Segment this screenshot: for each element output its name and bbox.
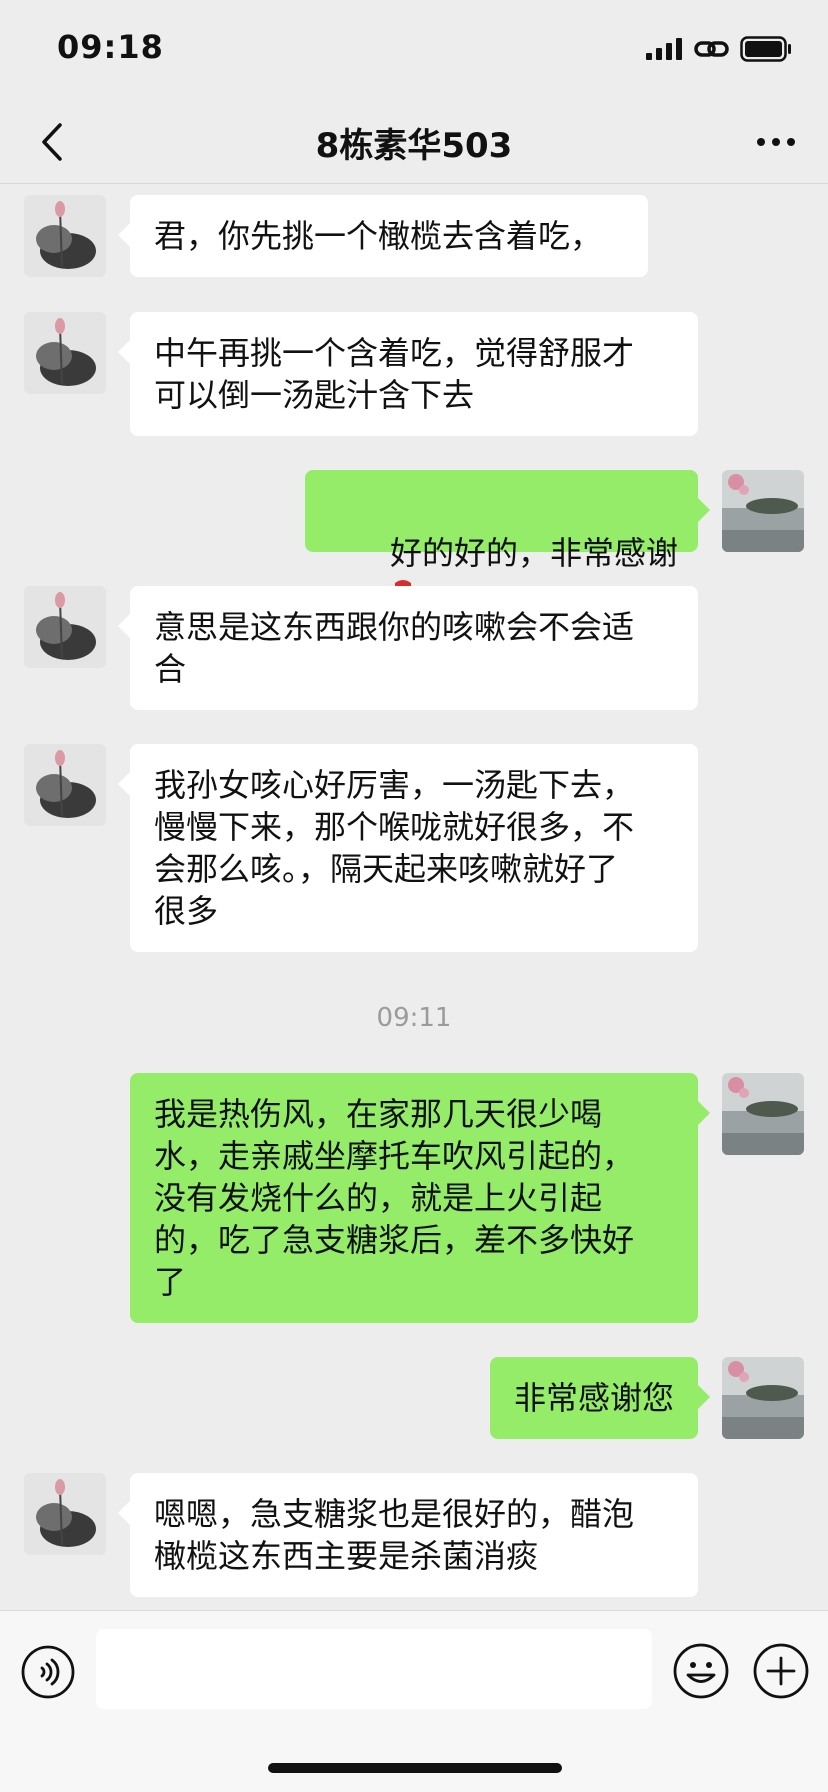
message-bubble[interactable]: 我孙女咳心好厉害，一汤匙下去， 慢慢下来，那个喉咙就好很多，不 会那么咳。，隔天… <box>118 744 698 952</box>
message-bubble[interactable]: 我是热伤风，在家那几天很少喝 水，走亲戚坐摩托车吹风引起的， 没有发烧什么的，就… <box>130 1073 710 1323</box>
home-indicator[interactable] <box>268 1763 562 1773</box>
message-bubble[interactable]: 非常感谢您 <box>489 1357 711 1439</box>
message-text: 好的好的，非常感谢 <box>389 534 678 572</box>
contact-avatar[interactable] <box>24 586 106 668</box>
battery-icon <box>740 36 791 62</box>
status-icons <box>646 36 792 62</box>
link-icon <box>694 41 729 57</box>
voice-button[interactable] <box>20 1644 76 1700</box>
my-avatar[interactable] <box>722 1357 804 1439</box>
message-list[interactable]: 君，你先挑一个橄榄去含着吃， 中午再挑一个含着吃，觉得舒服才 可以倒一汤匙汁含下… <box>0 185 828 1610</box>
chat-timestamp: 09:11 <box>376 1003 452 1033</box>
my-avatar[interactable] <box>722 470 804 552</box>
contact-avatar[interactable] <box>24 744 106 826</box>
message-bubble[interactable]: 好的好的，非常感谢 <box>304 470 711 697</box>
message-bubble[interactable]: 意思是这东西跟你的咳嗽会不会适 合 <box>118 586 698 710</box>
contact-avatar[interactable] <box>24 312 106 394</box>
smiley-icon <box>673 1643 729 1699</box>
message-input[interactable] <box>96 1629 652 1709</box>
message-bubble[interactable]: 中午再挑一个含着吃，觉得舒服才 可以倒一汤匙汁含下去 <box>118 312 698 436</box>
signal-icon <box>646 38 682 60</box>
my-avatar[interactable] <box>722 1073 804 1155</box>
status-bar: 09:18 <box>0 0 828 100</box>
chat-header: 8栋素华503 <box>0 100 828 184</box>
input-bar <box>0 1610 828 1792</box>
message-bubble[interactable]: 嗯嗯，急支糖浆也是很好的，醋泡 橄榄这东西主要是杀菌消痰 <box>118 1473 698 1597</box>
emoji-button[interactable] <box>672 1642 730 1700</box>
plus-button[interactable] <box>752 1642 810 1700</box>
contact-avatar[interactable] <box>24 195 106 277</box>
chat-title: 8栋素华503 <box>315 126 513 166</box>
voice-icon <box>21 1645 75 1699</box>
status-time: 09:18 <box>57 28 164 66</box>
more-button[interactable] <box>748 114 804 170</box>
message-bubble[interactable]: 君，你先挑一个橄榄去含着吃， <box>118 195 648 277</box>
ellipsis-icon <box>757 138 795 146</box>
contact-avatar[interactable] <box>24 1473 106 1555</box>
plus-icon <box>753 1643 809 1699</box>
